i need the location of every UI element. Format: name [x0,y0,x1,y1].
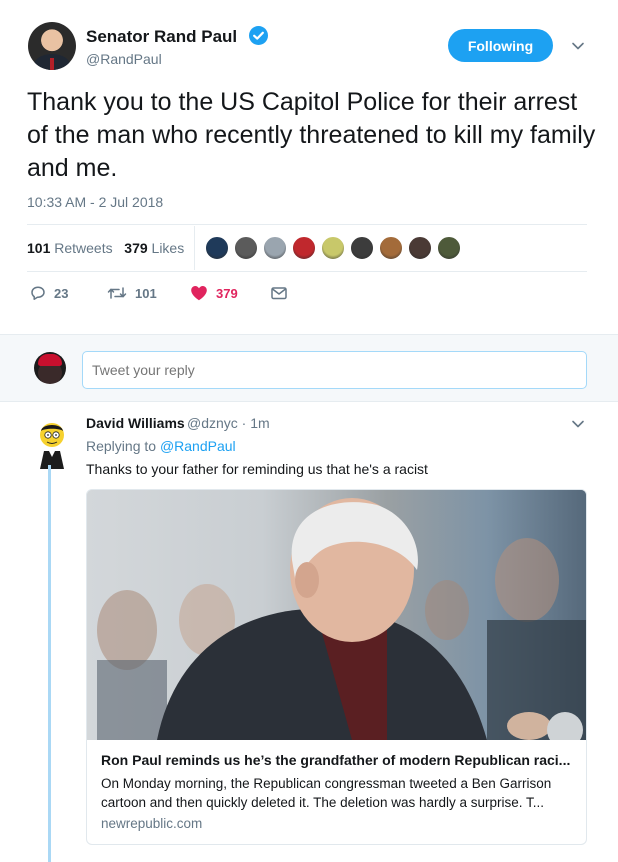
tweet-stats: 101 Retweets 379 Likes [27,240,184,256]
liker-avatar[interactable] [379,236,403,260]
reply-text: Thanks to your father for reminding us t… [86,461,428,477]
liker-avatar[interactable] [234,236,258,260]
liker-avatar[interactable] [321,236,345,260]
liker-avatar[interactable] [292,236,316,260]
like-count: 379 [216,285,238,301]
reply-tweet: David Williams @dznyc · 1m Replying to @… [0,403,618,862]
reply-action[interactable]: 23 [30,285,68,301]
liker-avatar[interactable] [205,236,229,260]
main-tweet: Senator Rand Paul @RandPaul Following Th… [0,0,618,334]
likes-label[interactable]: Likes [152,240,185,256]
author-avatar[interactable] [28,22,76,70]
reply-composer [0,334,618,402]
likes-count[interactable]: 379 [124,240,147,256]
direct-message-action[interactable] [270,285,296,301]
divider [27,271,587,272]
replying-handle-link[interactable]: @RandPaul [160,438,236,454]
replying-prefix: Replying to [86,438,157,454]
divider [27,224,587,225]
retweet-action[interactable]: 101 [107,285,157,301]
following-button[interactable]: Following [448,29,553,62]
liker-avatar[interactable] [263,236,287,260]
tweet-actions: 23 101 379 [0,285,300,305]
reply-author-avatar[interactable] [36,419,68,469]
author-handle[interactable]: @RandPaul [86,51,162,67]
tweet-menu-chevron-down-icon[interactable] [571,39,585,53]
retweets-count[interactable]: 101 [27,240,50,256]
retweet-icon [107,287,127,299]
avatar-hat [38,354,62,366]
reply-author-meta[interactable]: @dznyc · 1m [187,415,270,431]
retweets-label[interactable]: Retweets [54,240,112,256]
reply-input[interactable] [82,351,587,389]
reply-author-name[interactable]: David Williams [86,415,185,431]
stats-divider [194,226,195,270]
heart-icon [191,286,207,301]
reply-count: 23 [54,285,69,301]
retweet-count: 101 [135,285,157,301]
link-card-domain: newrepublic.com [101,816,203,831]
thread-line [48,465,51,862]
current-user-avatar [34,352,66,384]
envelope-icon [271,287,287,300]
liker-avatar[interactable] [408,236,432,260]
liker-avatar[interactable] [350,236,374,260]
reply-menu-chevron-down-icon[interactable] [571,417,585,431]
reply-icon [31,286,45,300]
liker-avatar[interactable] [437,236,461,260]
link-card-image [87,490,586,740]
replying-to: Replying to @RandPaul [86,438,236,454]
tweet-text: Thank you to the US Capitol Police for t… [27,88,596,182]
like-action[interactable]: 379 [190,285,238,301]
link-card-description: On Monday morning, the Republican congre… [101,776,552,810]
author-name[interactable]: Senator Rand Paul [86,27,237,47]
link-card[interactable]: Ron Paul reminds us he’s the grandfather… [86,489,587,845]
link-card-title: Ron Paul reminds us he’s the grandfather… [101,752,571,768]
tweet-timestamp[interactable]: 10:33 AM - 2 Jul 2018 [27,194,163,210]
avatar-tie [50,58,54,70]
verified-badge-icon [249,26,268,45]
